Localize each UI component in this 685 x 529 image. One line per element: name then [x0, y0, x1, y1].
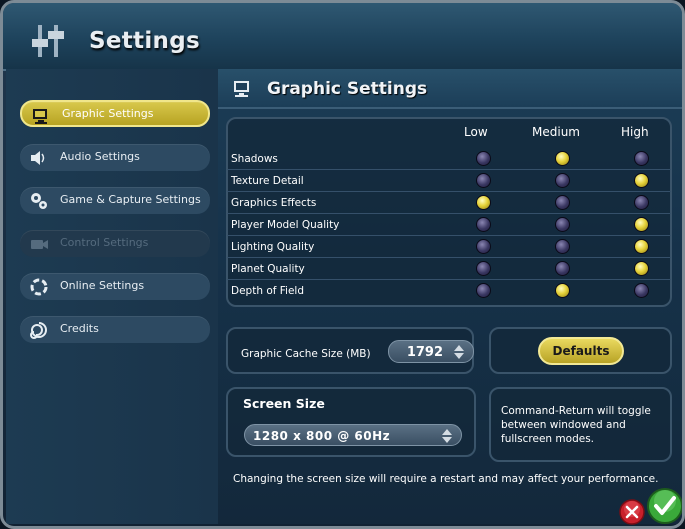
- spiral-icon: [30, 322, 47, 339]
- cache-size-stepper[interactable]: 1792: [388, 340, 474, 363]
- screen-size-title: Screen Size: [243, 396, 325, 411]
- sidebar-item-control-settings: Control Settings: [20, 230, 210, 257]
- section-header: Graphic Settings: [218, 69, 682, 109]
- column-header-medium: Medium: [532, 125, 580, 139]
- quality-radio-high[interactable]: [634, 195, 649, 210]
- toggle-note-text: Command-Return will toggle between windo…: [501, 405, 651, 445]
- row-divider: [227, 257, 671, 258]
- sidebar-item-graphic-settings[interactable]: Graphic Settings: [20, 100, 210, 127]
- main-content: Graphic Settings Low Medium High Shadows…: [218, 69, 682, 524]
- quality-radio-medium[interactable]: [555, 195, 570, 210]
- quality-radio-low[interactable]: [476, 283, 491, 298]
- gears-icon: [31, 193, 47, 209]
- quality-radio-low[interactable]: [476, 261, 491, 276]
- quality-radio-high[interactable]: [634, 283, 649, 298]
- quality-radio-low[interactable]: [476, 173, 491, 188]
- row-divider: [227, 279, 671, 280]
- cancel-button[interactable]: [619, 499, 645, 525]
- online-icon: [30, 278, 48, 296]
- quality-row-label: Depth of Field: [231, 285, 305, 297]
- sidebar-item-online-settings[interactable]: Online Settings: [20, 273, 210, 300]
- quality-radio-medium[interactable]: [555, 217, 570, 232]
- restart-warning-text: Changing the screen size will require a …: [233, 473, 659, 485]
- camera-icon: [31, 240, 48, 249]
- screen-size-select[interactable]: 1280 x 800 @ 60Hz: [244, 424, 462, 446]
- defaults-button[interactable]: Defaults: [538, 337, 624, 365]
- quality-radio-high[interactable]: [634, 173, 649, 188]
- quality-row-label: Lighting Quality: [231, 241, 315, 253]
- column-header-low: Low: [464, 125, 488, 139]
- column-header-high: High: [621, 125, 649, 139]
- toggle-note-panel: Command-Return will toggle between windo…: [489, 387, 672, 462]
- sidebar-item-label: Credits: [60, 322, 99, 335]
- monitor-icon: [33, 109, 47, 124]
- quality-radio-low[interactable]: [476, 217, 491, 232]
- cache-size-label: Graphic Cache Size (MB): [241, 348, 371, 360]
- row-divider: [227, 235, 671, 236]
- sidebar-item-credits[interactable]: Credits: [20, 316, 210, 343]
- confirm-button[interactable]: [646, 487, 684, 525]
- section-title: Graphic Settings: [267, 79, 428, 99]
- quality-radio-high[interactable]: [634, 261, 649, 276]
- quality-row-label: Graphics Effects: [231, 197, 317, 209]
- row-divider: [227, 169, 671, 170]
- sidebar-item-audio-settings[interactable]: Audio Settings: [20, 144, 210, 171]
- quality-row-label: Shadows: [231, 153, 278, 165]
- row-divider: [227, 191, 671, 192]
- sidebar-item-game-capture-settings[interactable]: Game & Capture Settings: [20, 187, 210, 214]
- quality-radio-low[interactable]: [476, 195, 491, 210]
- quality-radio-medium[interactable]: [555, 239, 570, 254]
- up-down-arrows-icon[interactable]: [452, 343, 466, 361]
- quality-row-label: Texture Detail: [231, 175, 304, 187]
- quality-radio-high[interactable]: [634, 151, 649, 166]
- quality-radio-medium[interactable]: [555, 283, 570, 298]
- quality-row-label: Player Model Quality: [231, 219, 340, 231]
- quality-radio-medium[interactable]: [555, 151, 570, 166]
- row-divider: [227, 213, 671, 214]
- sidebar-item-label: Game & Capture Settings: [60, 193, 201, 206]
- quality-radio-high[interactable]: [634, 239, 649, 254]
- sidebar-item-label: Graphic Settings: [62, 107, 154, 120]
- quality-radio-medium[interactable]: [555, 261, 570, 276]
- quality-radio-medium[interactable]: [555, 173, 570, 188]
- settings-window: Settings Graphic Settings Audio Settings: [0, 0, 685, 529]
- up-down-arrows-icon: [442, 429, 452, 443]
- sidebar: Graphic Settings Audio Settings Game & C…: [6, 69, 218, 524]
- sliders-icon: [32, 25, 64, 57]
- monitor-icon: [234, 81, 249, 97]
- screen-size-value: 1280 x 800 @ 60Hz: [253, 429, 391, 443]
- cache-panel: Graphic Cache Size (MB) 1792: [226, 327, 474, 374]
- sidebar-item-label: Control Settings: [60, 236, 149, 249]
- defaults-panel: Defaults: [489, 327, 672, 374]
- cache-size-value: 1792: [406, 345, 443, 360]
- quality-row-label: Planet Quality: [231, 263, 305, 275]
- window-title: Settings: [89, 28, 200, 54]
- sidebar-item-label: Online Settings: [60, 279, 145, 292]
- quality-radio-low[interactable]: [476, 239, 491, 254]
- screen-size-panel: Screen Size 1280 x 800 @ 60Hz: [226, 387, 476, 457]
- quality-radio-low[interactable]: [476, 151, 491, 166]
- sidebar-item-label: Audio Settings: [60, 150, 140, 163]
- title-bar: Settings: [3, 3, 682, 71]
- speaker-icon: [31, 151, 45, 165]
- quality-radio-high[interactable]: [634, 217, 649, 232]
